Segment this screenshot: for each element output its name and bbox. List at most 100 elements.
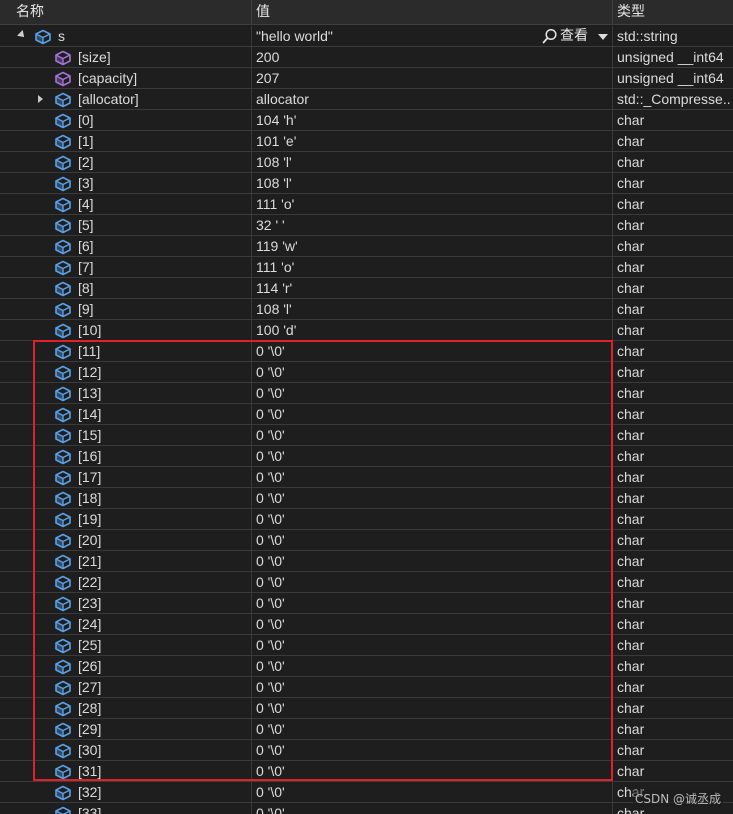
cell-divider — [251, 383, 252, 403]
cell-divider — [251, 110, 252, 130]
variable-type: char — [617, 532, 645, 548]
tree-row[interactable]: [27] 0 '\0' char — [0, 677, 733, 698]
column-divider[interactable] — [612, 0, 613, 25]
tree-row[interactable]: [33] 0 '\0' char — [0, 803, 733, 814]
variable-value[interactable]: 32 ' ' — [256, 215, 610, 235]
tree-row[interactable]: [1] 101 'e' char — [0, 131, 733, 152]
variable-value[interactable]: 0 '\0' — [256, 698, 610, 718]
tree-row[interactable]: [15] 0 '\0' char — [0, 425, 733, 446]
tree-row[interactable]: s "hello world" 查看 std::string — [0, 26, 733, 47]
cell-divider — [612, 677, 613, 697]
variable-value[interactable]: 0 '\0' — [256, 782, 610, 802]
variable-value[interactable]: 0 '\0' — [256, 593, 610, 613]
variable-name: [17] — [78, 469, 102, 485]
variable-value[interactable]: 0 '\0' — [256, 509, 610, 529]
tree-row[interactable]: [28] 0 '\0' char — [0, 698, 733, 719]
tree-row[interactable]: [5] 32 ' ' char — [0, 215, 733, 236]
expand-arrow-icon[interactable] — [38, 95, 43, 103]
variable-value[interactable]: allocator — [256, 89, 610, 109]
variable-value[interactable]: 0 '\0' — [256, 341, 610, 361]
variable-value[interactable]: 0 '\0' — [256, 362, 610, 382]
variable-value[interactable]: 108 'l' — [256, 152, 610, 172]
variable-value[interactable]: 0 '\0' — [256, 551, 610, 571]
cell-divider — [251, 509, 252, 529]
variable-value[interactable]: 0 '\0' — [256, 404, 610, 424]
tree-row[interactable]: [17] 0 '\0' char — [0, 467, 733, 488]
cell-divider — [612, 740, 613, 760]
tree-row[interactable]: [23] 0 '\0' char — [0, 593, 733, 614]
tree-row[interactable]: [11] 0 '\0' char — [0, 341, 733, 362]
variable-type: char — [617, 112, 645, 128]
column-divider[interactable] — [251, 0, 252, 25]
variable-value[interactable]: 101 'e' — [256, 131, 610, 151]
variable-value[interactable]: 104 'h' — [256, 110, 610, 130]
tree-row[interactable]: [26] 0 '\0' char — [0, 656, 733, 677]
variable-value[interactable]: 0 '\0' — [256, 572, 610, 592]
tree-row[interactable]: [20] 0 '\0' char — [0, 530, 733, 551]
variable-value[interactable]: 0 '\0' — [256, 635, 610, 655]
field-cube-icon — [54, 763, 72, 780]
type-column-header[interactable]: 类型 — [617, 0, 645, 25]
tree-row[interactable]: [8] 114 'r' char — [0, 278, 733, 299]
variable-value[interactable]: 0 '\0' — [256, 425, 610, 445]
cell-divider — [251, 173, 252, 193]
tree-row[interactable]: [4] 111 'o' char — [0, 194, 733, 215]
variable-value[interactable]: 207 — [256, 68, 610, 88]
variable-value[interactable]: 100 'd' — [256, 320, 610, 340]
variable-value[interactable]: 0 '\0' — [256, 383, 610, 403]
tree-row[interactable]: [2] 108 'l' char — [0, 152, 733, 173]
tree-row[interactable]: [16] 0 '\0' char — [0, 446, 733, 467]
cell-divider — [251, 551, 252, 571]
tree-row[interactable]: [size] 200 unsigned __int64 — [0, 47, 733, 68]
variable-type: char — [617, 763, 645, 779]
tree-row[interactable]: [13] 0 '\0' char — [0, 383, 733, 404]
value-column-header[interactable]: 值 — [256, 0, 270, 25]
variable-value[interactable]: 0 '\0' — [256, 656, 610, 676]
tree-row[interactable]: [allocator] allocator std::_Compresse... — [0, 89, 733, 110]
cell-divider — [251, 719, 252, 739]
variable-value[interactable]: 0 '\0' — [256, 719, 610, 739]
tree-row[interactable]: [31] 0 '\0' char — [0, 761, 733, 782]
tree-row[interactable]: [22] 0 '\0' char — [0, 572, 733, 593]
name-column-header[interactable]: 名称 — [16, 0, 44, 25]
variable-type: char — [617, 217, 645, 233]
variable-value[interactable]: 0 '\0' — [256, 740, 610, 760]
field-cube-icon — [54, 280, 72, 297]
variable-value[interactable]: 111 'o' — [256, 257, 610, 277]
variable-value[interactable]: 108 'l' — [256, 173, 610, 193]
variable-value[interactable]: 119 'w' — [256, 236, 610, 256]
tree-row[interactable]: [6] 119 'w' char — [0, 236, 733, 257]
variable-value[interactable]: 0 '\0' — [256, 446, 610, 466]
variable-value[interactable]: 0 '\0' — [256, 530, 610, 550]
tree-row[interactable]: [3] 108 'l' char — [0, 173, 733, 194]
collapse-arrow-icon[interactable] — [17, 30, 27, 40]
variable-value[interactable]: 0 '\0' — [256, 803, 610, 814]
variable-value[interactable]: 111 'o' — [256, 194, 610, 214]
tree-row[interactable]: [32] 0 '\0' char — [0, 782, 733, 803]
variable-value[interactable]: 0 '\0' — [256, 488, 610, 508]
tree-row[interactable]: [18] 0 '\0' char — [0, 488, 733, 509]
tree-row[interactable]: [7] 111 'o' char — [0, 257, 733, 278]
tree-row[interactable]: [capacity] 207 unsigned __int64 — [0, 68, 733, 89]
variable-value[interactable]: 0 '\0' — [256, 614, 610, 634]
tree-row[interactable]: [14] 0 '\0' char — [0, 404, 733, 425]
tree-row[interactable]: [9] 108 'l' char — [0, 299, 733, 320]
variable-value[interactable]: 200 — [256, 47, 610, 67]
view-button[interactable]: 查看 — [542, 26, 610, 46]
tree-row[interactable]: [10] 100 'd' char — [0, 320, 733, 341]
variable-value[interactable]: 108 'l' — [256, 299, 610, 319]
tree-row[interactable]: [29] 0 '\0' char — [0, 719, 733, 740]
variable-value[interactable]: 0 '\0' — [256, 761, 610, 781]
tree-row[interactable]: [21] 0 '\0' char — [0, 551, 733, 572]
variable-value[interactable]: 0 '\0' — [256, 677, 610, 697]
tree-row[interactable]: [24] 0 '\0' char — [0, 614, 733, 635]
tree-row[interactable]: [30] 0 '\0' char — [0, 740, 733, 761]
variable-value[interactable]: 114 'r' — [256, 278, 610, 298]
tree-row[interactable]: [25] 0 '\0' char — [0, 635, 733, 656]
dropdown-arrow-icon[interactable] — [598, 34, 608, 40]
tree-row[interactable]: [12] 0 '\0' char — [0, 362, 733, 383]
cell-divider — [612, 572, 613, 592]
tree-row[interactable]: [19] 0 '\0' char — [0, 509, 733, 530]
variable-value[interactable]: 0 '\0' — [256, 467, 610, 487]
tree-row[interactable]: [0] 104 'h' char — [0, 110, 733, 131]
